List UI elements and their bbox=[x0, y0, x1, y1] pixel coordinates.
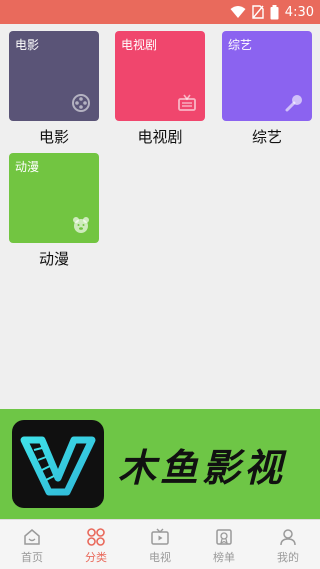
app-banner[interactable]: 木鱼影视 bbox=[0, 409, 320, 519]
ranking-icon bbox=[216, 529, 232, 545]
category-anime[interactable]: 动漫 动漫 bbox=[9, 153, 99, 269]
nav-home[interactable]: 首页 bbox=[0, 520, 64, 569]
status-time: 4:30 bbox=[284, 4, 314, 20]
nav-category[interactable]: 分类 bbox=[64, 520, 128, 569]
category-tile[interactable]: 电视剧 bbox=[115, 31, 205, 121]
category-tile[interactable]: 动漫 bbox=[9, 153, 99, 243]
category-movie[interactable]: 电影 电影 bbox=[9, 31, 99, 147]
tile-label: 动漫 bbox=[15, 160, 40, 174]
nav-ranking[interactable]: 榜单 bbox=[192, 520, 256, 569]
status-bar: 4:30 bbox=[0, 0, 320, 24]
nav-label: 榜单 bbox=[213, 551, 235, 564]
wifi-icon bbox=[230, 6, 246, 18]
no-sim-icon bbox=[252, 5, 264, 19]
tile-label: 电视剧 bbox=[121, 38, 158, 52]
category-tile[interactable]: 电影 bbox=[9, 31, 99, 121]
tile-label: 电影 bbox=[15, 38, 40, 52]
category-tile[interactable]: 综艺 bbox=[222, 31, 312, 121]
tile-label: 综艺 bbox=[228, 38, 253, 52]
category-name[interactable]: 动漫 bbox=[9, 248, 99, 269]
tv-icon bbox=[151, 528, 169, 545]
nav-profile[interactable]: 我的 bbox=[256, 520, 320, 569]
nav-label: 我的 bbox=[277, 551, 299, 564]
category-icon bbox=[87, 528, 105, 546]
app-logo bbox=[12, 420, 104, 508]
film-reel-icon bbox=[72, 94, 90, 112]
microphone-icon bbox=[285, 95, 302, 112]
user-icon bbox=[280, 529, 296, 546]
category-variety[interactable]: 综艺 综艺 bbox=[222, 31, 312, 147]
logo-v-icon bbox=[20, 436, 96, 496]
banner-title: 木鱼影视 bbox=[118, 445, 287, 490]
category-name[interactable]: 综艺 bbox=[222, 126, 312, 147]
category-name[interactable]: 电视剧 bbox=[115, 126, 205, 147]
bear-face-icon bbox=[73, 217, 89, 233]
nav-label: 电视 bbox=[149, 551, 171, 564]
nav-label: 首页 bbox=[21, 551, 43, 564]
nav-label: 分类 bbox=[85, 551, 107, 564]
category-tv-series[interactable]: 电视剧 电视剧 bbox=[115, 31, 205, 147]
status-icons: 4:30 bbox=[230, 3, 314, 21]
nav-tv[interactable]: 电视 bbox=[128, 520, 192, 569]
battery-icon bbox=[270, 4, 279, 19]
bottom-nav: 首页 分类 电视 榜单 我的 bbox=[0, 519, 320, 569]
tv-icon bbox=[178, 94, 196, 111]
home-icon bbox=[24, 529, 40, 545]
category-name[interactable]: 电影 bbox=[9, 126, 99, 147]
